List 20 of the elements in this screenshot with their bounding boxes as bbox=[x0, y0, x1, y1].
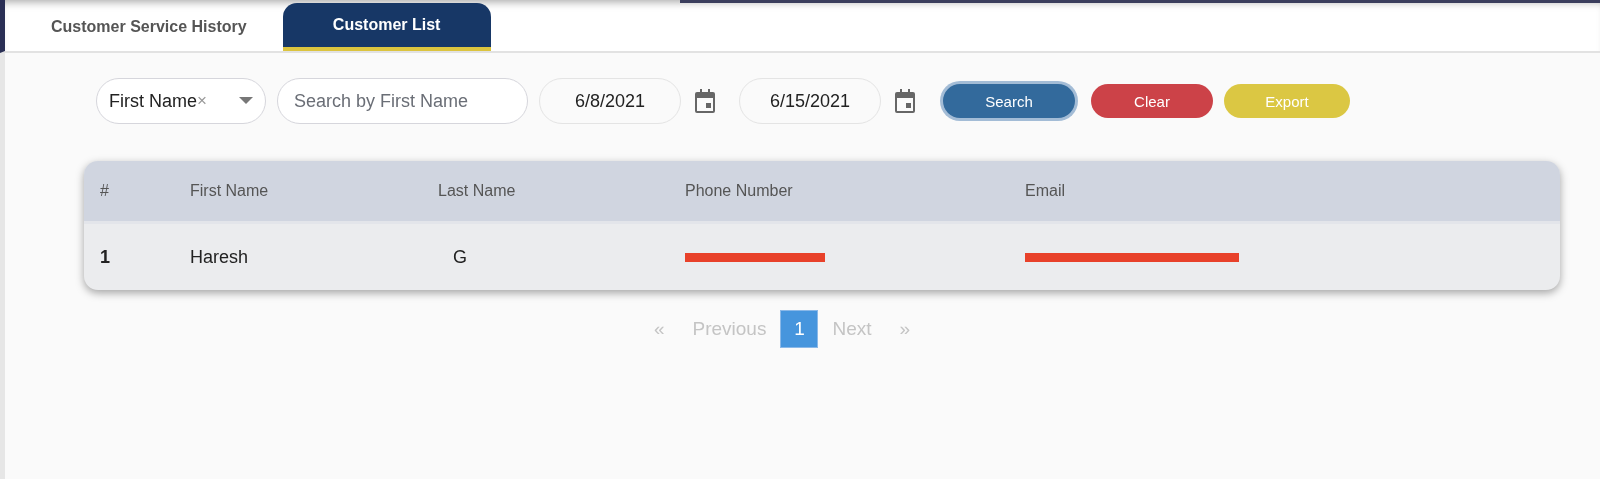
date-field[interactable]: 6/15/2021 bbox=[739, 78, 881, 124]
table-cell: 1 bbox=[84, 222, 189, 290]
tab[interactable]: Customer List bbox=[282, 3, 491, 51]
date-field[interactable]: 6/8/2021 bbox=[539, 78, 681, 124]
search-field[interactable]: Search by First Name bbox=[277, 78, 528, 124]
table-cell: Haresh bbox=[189, 222, 437, 290]
page-link[interactable]: 1 bbox=[780, 310, 819, 348]
caret-icon bbox=[239, 97, 253, 105]
search-button[interactable]: Search bbox=[943, 84, 1075, 118]
field-select[interactable]: First Name× bbox=[96, 78, 266, 124]
calendar-icon[interactable] bbox=[694, 89, 716, 113]
clear-button[interactable]: Clear bbox=[1091, 84, 1213, 118]
calendar-icon[interactable] bbox=[894, 89, 916, 113]
column-header: # bbox=[84, 161, 189, 223]
column-header: First Name bbox=[189, 161, 437, 223]
column-header: Phone Number bbox=[684, 161, 1024, 223]
table-cell: G bbox=[437, 222, 684, 290]
tab[interactable]: Customer Service History bbox=[35, 3, 263, 51]
column-header: Last Name bbox=[437, 161, 684, 223]
column-header: Email bbox=[1024, 161, 1560, 223]
